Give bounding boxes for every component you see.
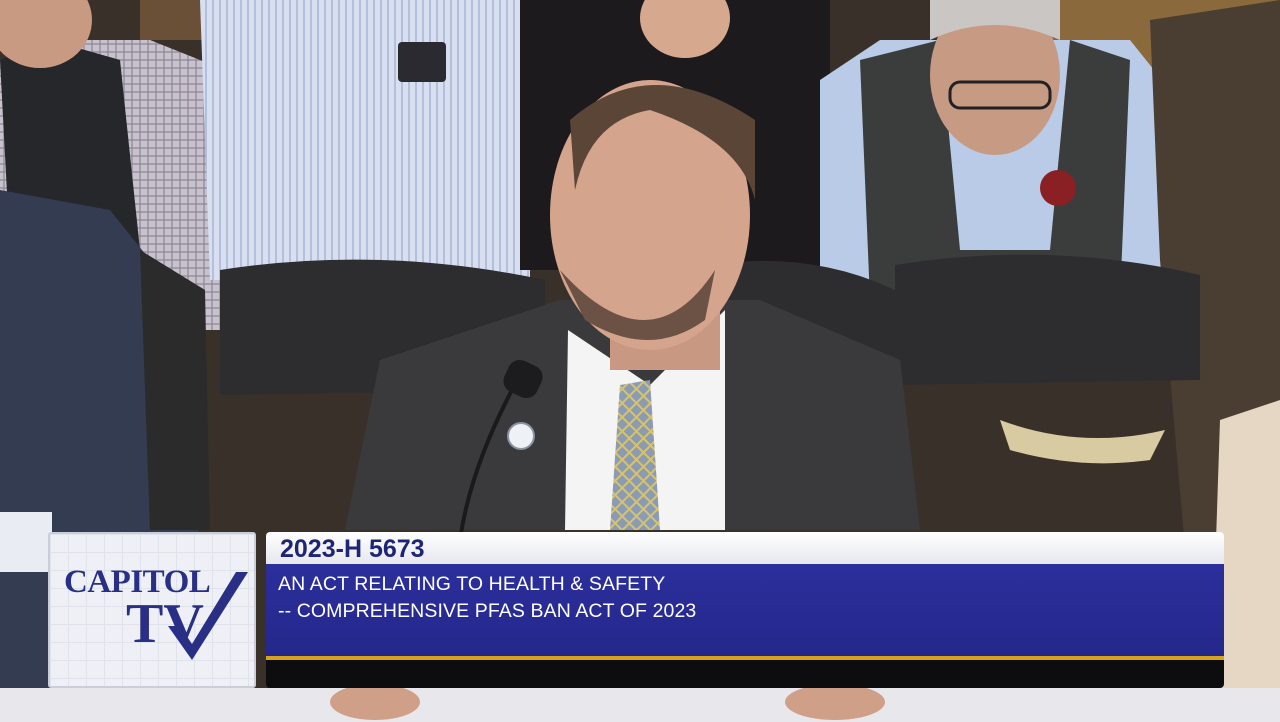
lower-third-footer — [266, 660, 1224, 688]
audience-member-striped-shirt — [200, 0, 530, 280]
bill-title-panel: AN ACT RELATING TO HEALTH & SAFETY -- CO… — [266, 564, 1224, 656]
bill-number: 2023-H 5673 — [280, 535, 425, 563]
bill-lower-third: 2023-H 5673 AN ACT RELATING TO HEALTH & … — [266, 532, 1224, 688]
bill-number-bar: 2023-H 5673 — [266, 532, 1224, 564]
checkmark-icon — [168, 572, 248, 660]
table-edge — [0, 684, 1280, 722]
bill-title-line-2: -- COMPREHENSIVE PFAS BAN ACT OF 2023 — [278, 600, 697, 622]
audience-member-right-vest — [820, 0, 1170, 300]
bill-title-line-1: AN ACT RELATING TO HEALTH & SAFETY — [278, 573, 666, 595]
capitol-tv-logo: CAPITOL TV — [48, 532, 256, 688]
